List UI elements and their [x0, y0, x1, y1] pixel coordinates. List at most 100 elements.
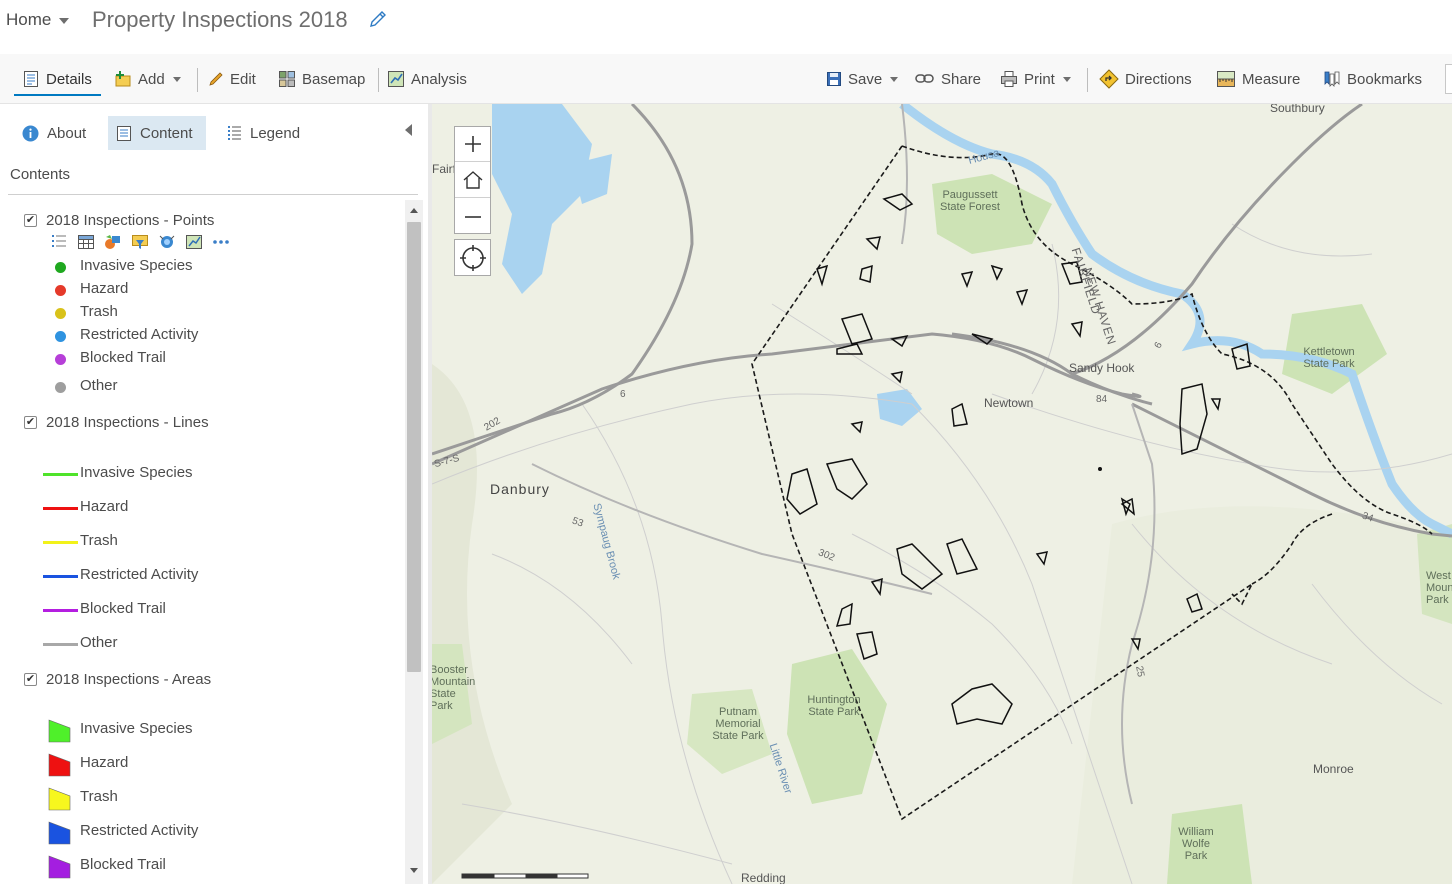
- analysis-button[interactable]: Analysis: [387, 66, 467, 92]
- layer-areas-title[interactable]: 2018 Inspections - Areas: [46, 671, 211, 688]
- chevron-down-icon: [59, 18, 70, 24]
- line-symbol: [43, 507, 78, 510]
- legend-icon: [228, 126, 241, 140]
- point-symbol: [55, 382, 66, 393]
- basemap-label: Basemap: [302, 70, 366, 88]
- legend-item: Trash: [0, 531, 400, 553]
- map-view[interactable]: Southbury Paugussett State Forest Housa …: [432, 104, 1452, 884]
- chevron-down-icon: [890, 76, 899, 82]
- title-bar: Home Property Inspections 2018: [0, 0, 1452, 54]
- legend-item: Trash: [0, 302, 400, 324]
- measure-icon: [1217, 71, 1235, 87]
- polygon-symbol: [48, 821, 71, 845]
- scrollbar-thumb[interactable]: [407, 222, 421, 672]
- route-label: 25: [1133, 665, 1146, 678]
- edit-button[interactable]: Edit: [208, 66, 256, 92]
- zoom-controls: [454, 126, 491, 234]
- map-label-william-wolfe: William Wolfe Park: [1178, 826, 1214, 862]
- polygon-symbol: [48, 719, 71, 743]
- panel-tabs: About Content Legend: [0, 114, 428, 154]
- basemap-button[interactable]: Basemap: [278, 66, 365, 92]
- details-icon: [24, 71, 38, 87]
- map-label-paugussett: Paugussett State Forest: [940, 189, 1000, 213]
- show-legend-icon[interactable]: [50, 234, 68, 250]
- map-analysis-icon[interactable]: [185, 234, 203, 250]
- toolbar: Details Add Edit Basemap Analysis Save S…: [0, 54, 1452, 104]
- legend-label: Hazard: [80, 280, 129, 297]
- tab-legend[interactable]: Legend: [218, 116, 308, 150]
- scroll-up-arrow-icon[interactable]: [410, 208, 418, 213]
- legend-item: Blocked Trail: [0, 599, 400, 621]
- layer-list: ✔ 2018 Inspections - Points Invasive Spe…: [0, 200, 404, 884]
- directions-button[interactable]: Directions: [1099, 66, 1192, 92]
- route-label: 84: [1096, 394, 1108, 405]
- legend-item: Blocked Trail: [0, 348, 400, 370]
- layer-lines-title[interactable]: 2018 Inspections - Lines: [46, 414, 209, 431]
- info-icon: [22, 125, 39, 141]
- content-icon: [117, 125, 131, 141]
- legend-label: Other: [80, 377, 118, 394]
- map-label-putnam: Putnam Memorial State Park: [712, 706, 764, 742]
- line-symbol: [43, 643, 78, 646]
- legend-label: Invasive Species: [80, 464, 193, 481]
- search-box-edge[interactable]: [1445, 64, 1452, 94]
- pencil-icon[interactable]: [368, 9, 388, 29]
- layer-points-title[interactable]: 2018 Inspections - Points: [46, 212, 214, 229]
- chevron-down-icon: [1062, 76, 1071, 82]
- map-title: Property Inspections 2018: [92, 7, 348, 32]
- table-icon[interactable]: [77, 234, 95, 250]
- filter-icon[interactable]: [131, 234, 149, 250]
- line-symbol: [43, 541, 78, 544]
- layer-lines-checkbox[interactable]: ✔: [24, 416, 37, 429]
- toolbar-divider: [378, 68, 379, 92]
- details-button[interactable]: Details: [22, 66, 92, 92]
- line-symbol: [43, 575, 78, 578]
- zoom-out-button[interactable]: [455, 199, 490, 234]
- bookmarks-button[interactable]: Bookmarks: [1323, 66, 1422, 92]
- home-label[interactable]: Home: [6, 10, 51, 30]
- chevron-down-icon: [172, 76, 181, 82]
- details-label: Details: [46, 70, 92, 88]
- change-style-icon[interactable]: [104, 234, 122, 250]
- layer-points-checkbox[interactable]: ✔: [24, 214, 37, 227]
- collapse-panel-icon[interactable]: [405, 124, 412, 136]
- tab-content[interactable]: Content: [108, 116, 206, 150]
- measure-button[interactable]: Measure: [1216, 66, 1300, 92]
- point-symbol: [55, 331, 66, 342]
- save-button[interactable]: Save: [826, 66, 899, 92]
- map-label-southbury: Southbury: [1270, 104, 1325, 115]
- print-button[interactable]: Print: [1000, 66, 1071, 92]
- share-label: Share: [941, 70, 982, 88]
- legend-item: Restricted Activity: [0, 565, 400, 587]
- layer-areas-checkbox[interactable]: ✔: [24, 673, 37, 686]
- locate-button[interactable]: [454, 239, 491, 276]
- legend-item: Restricted Activity: [0, 325, 400, 347]
- legend-item: Blocked Trail: [0, 855, 400, 879]
- minus-icon: [464, 215, 481, 218]
- legend-label: Blocked Trail: [80, 856, 166, 873]
- share-button[interactable]: Share: [915, 66, 981, 92]
- map-label-newtown: Newtown: [984, 396, 1034, 410]
- map-label-redding: Redding: [741, 871, 786, 884]
- plus-icon: [464, 136, 481, 152]
- map-label-kettletown: Kettletown State Park: [1303, 346, 1355, 370]
- analysis-icon[interactable]: [158, 234, 176, 250]
- tab-about[interactable]: About: [14, 116, 94, 150]
- zoom-in-button[interactable]: [455, 127, 490, 162]
- active-tab-indicator: [14, 94, 101, 96]
- legend-label: Trash: [80, 788, 118, 805]
- map-label-sandy-hook: Sandy Hook: [1069, 361, 1135, 375]
- legend-label: Restricted Activity: [80, 326, 199, 343]
- default-extent-button[interactable]: [455, 163, 490, 198]
- scroll-down-arrow-icon[interactable]: [410, 868, 418, 873]
- home-menu[interactable]: Home: [6, 10, 70, 30]
- layer-tools: [50, 234, 230, 250]
- polygon-symbol: [48, 787, 71, 811]
- add-button[interactable]: Add: [114, 66, 181, 92]
- map-label-monroe: Monroe: [1313, 762, 1354, 776]
- more-options-icon[interactable]: [212, 234, 230, 250]
- basemap-icon: [279, 71, 295, 87]
- legend-label: Trash: [80, 303, 118, 320]
- legend-item: Invasive Species: [0, 719, 400, 743]
- link-icon: [915, 74, 934, 83]
